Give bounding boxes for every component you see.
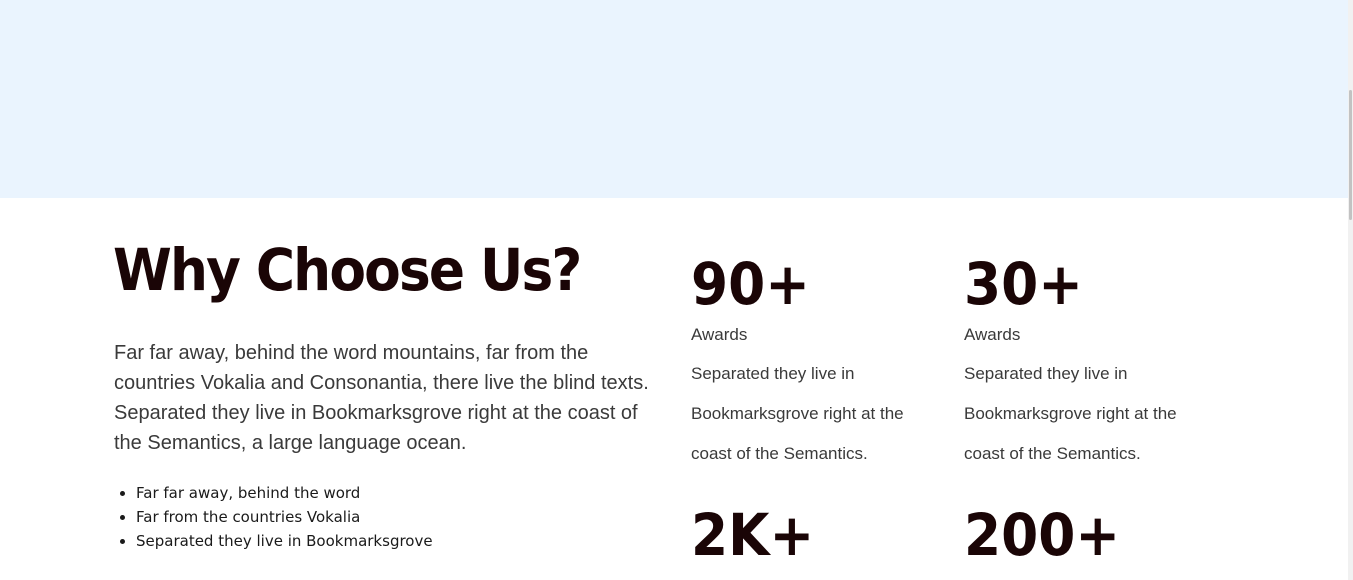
section-title: Why Choose Us? bbox=[113, 236, 582, 304]
stat-description: Separated they live in Bookmarksgrove ri… bbox=[964, 364, 1177, 463]
stat-label: Awards bbox=[691, 325, 748, 344]
page-scrollbar[interactable] bbox=[1348, 0, 1353, 580]
intro-paragraph: Far far away, behind the word mountains,… bbox=[114, 342, 649, 454]
feature-list: Far far away, behind the word Far from t… bbox=[114, 481, 433, 553]
feature-list-item: Far far away, behind the word bbox=[136, 481, 433, 505]
stat-card-3: 2K+ bbox=[691, 503, 931, 567]
stat-card-awards-2: 30+ Awards Separated they live in Bookma… bbox=[964, 252, 1204, 474]
stat-label: Awards bbox=[964, 325, 1021, 344]
stat-description: Separated they live in Bookmarksgrove ri… bbox=[691, 364, 904, 463]
stat-number: 2K+ bbox=[691, 501, 815, 569]
stat-number: 30+ bbox=[964, 250, 1083, 318]
feature-list-item: Separated they live in Bookmarksgrove bbox=[136, 529, 433, 553]
feature-list-item: Far from the countries Vokalia bbox=[136, 505, 433, 529]
stat-number: 90+ bbox=[691, 250, 810, 318]
stat-card-4: 200+ bbox=[964, 503, 1204, 567]
hero-background-band bbox=[0, 0, 1348, 198]
scrollbar-thumb[interactable] bbox=[1349, 90, 1352, 220]
stat-card-awards-1: 90+ Awards Separated they live in Bookma… bbox=[691, 252, 931, 474]
stat-number: 200+ bbox=[964, 501, 1121, 569]
